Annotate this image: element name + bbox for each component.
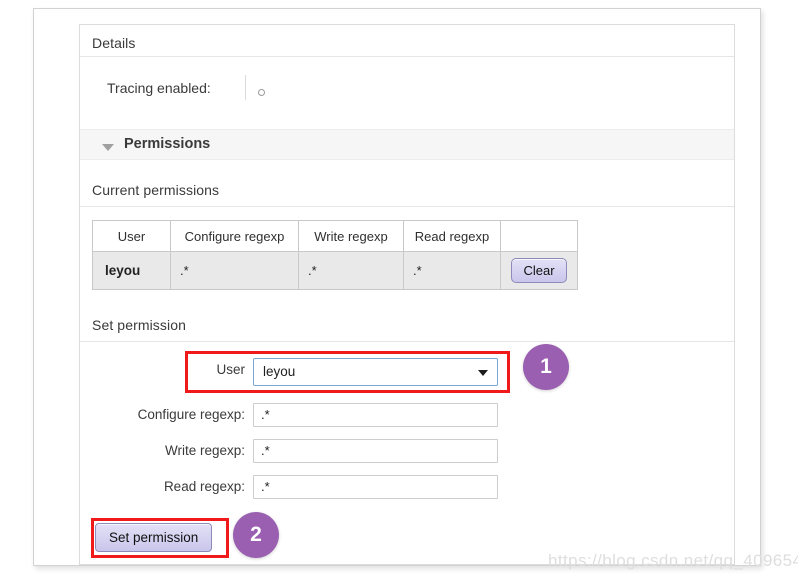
set-permission-button[interactable]: Set permission — [95, 523, 213, 552]
column-header-write-regexp: Write regexp — [298, 220, 404, 252]
current-permissions-table: User Configure regexp Write regexp Read … — [92, 220, 578, 290]
cell-configure-regexp: .* — [170, 251, 299, 290]
user-field-label: User — [216, 362, 245, 377]
set-permission-divider — [80, 341, 734, 342]
table-header-row: User Configure regexp Write regexp Read … — [92, 220, 578, 252]
caret-down-icon[interactable] — [102, 144, 114, 151]
watermark: https://blog.csdn.net/qq_40965479 — [548, 551, 798, 570]
screenshot-root: Details Tracing enabled: Permissions Cur… — [0, 0, 798, 582]
clear-button[interactable]: Clear — [511, 258, 567, 283]
column-header-user: User — [92, 220, 171, 252]
cell-read-regexp: .* — [403, 251, 501, 290]
write-regexp-value: .* — [261, 443, 270, 458]
details-panel: Details Tracing enabled: Permissions Cur… — [79, 24, 735, 565]
write-regexp-label: Write regexp: — [164, 443, 245, 458]
configure-regexp-value: .* — [261, 407, 270, 422]
cell-actions: Clear — [500, 251, 578, 290]
configure-regexp-input[interactable]: .* — [253, 403, 498, 427]
read-regexp-input[interactable]: .* — [253, 475, 498, 499]
write-regexp-input[interactable]: .* — [253, 439, 498, 463]
column-header-read-regexp: Read regexp — [403, 220, 501, 252]
set-permission-caption: Set permission — [92, 317, 186, 333]
column-header-actions — [500, 220, 578, 252]
cell-user: leyou — [92, 251, 171, 290]
tracing-vertical-divider — [245, 75, 246, 100]
column-header-configure-regexp: Configure regexp — [170, 220, 299, 252]
tracing-enabled-label: Tracing enabled: — [107, 80, 211, 96]
step-badge-2: 2 — [233, 512, 279, 558]
configure-regexp-label: Configure regexp: — [137, 407, 245, 422]
read-regexp-value: .* — [261, 479, 270, 494]
permissions-section-title: Permissions — [124, 136, 211, 152]
step-badge-1: 1 — [523, 344, 569, 390]
empty-circle-icon — [258, 89, 265, 96]
chevron-down-icon[interactable] — [478, 370, 488, 376]
user-select-value: leyou — [263, 364, 296, 379]
permissions-section-header[interactable]: Permissions — [80, 129, 734, 160]
details-divider — [80, 56, 734, 57]
cell-write-regexp: .* — [298, 251, 404, 290]
window-frame: Details Tracing enabled: Permissions Cur… — [33, 8, 761, 566]
table-row: leyou .* .* .* Clear — [92, 251, 578, 290]
read-regexp-label: Read regexp: — [163, 479, 245, 494]
current-permissions-divider — [80, 206, 734, 207]
user-select[interactable]: leyou — [253, 358, 498, 386]
current-permissions-caption: Current permissions — [92, 182, 220, 198]
details-title: Details — [92, 35, 136, 51]
